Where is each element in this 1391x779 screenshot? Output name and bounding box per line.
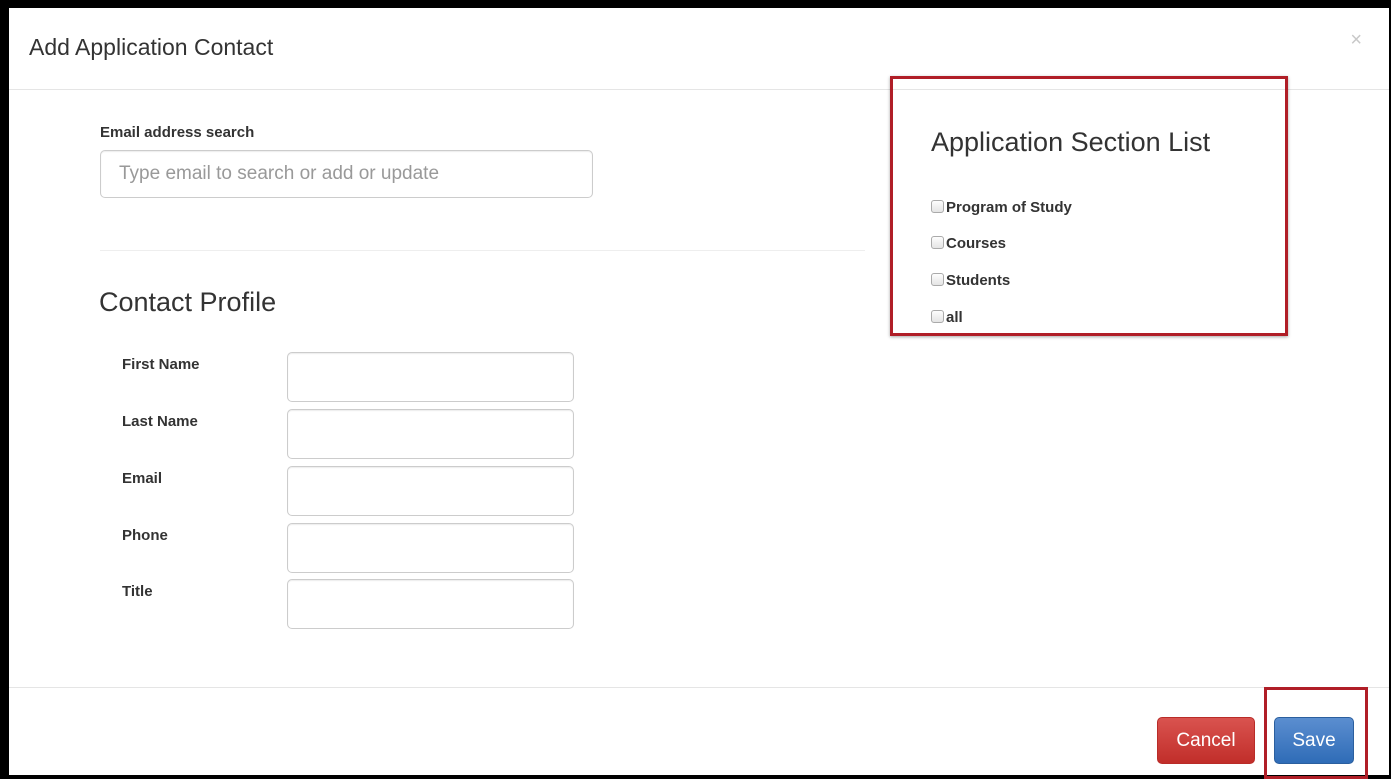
email-label: Email — [122, 470, 163, 487]
program-of-study-label: Program of Study — [946, 199, 1072, 216]
section-item-courses[interactable]: Courses — [931, 235, 1006, 252]
last-name-label: Last Name — [122, 413, 198, 430]
add-contact-dialog: Add Application Contact × Email address … — [9, 8, 1389, 779]
contact-profile-heading: Contact Profile — [99, 287, 277, 317]
phone-field[interactable] — [287, 523, 574, 573]
program-of-study-checkbox[interactable] — [931, 200, 944, 213]
save-highlight-box — [1264, 687, 1368, 779]
section-divider — [100, 250, 865, 251]
students-label: Students — [946, 272, 1011, 289]
application-section-list: Application Section List Program of Stud… — [890, 76, 1288, 336]
courses-checkbox[interactable] — [931, 236, 944, 249]
section-item-program-of-study[interactable]: Program of Study — [931, 199, 1072, 216]
first-name-field[interactable] — [287, 352, 574, 402]
email-search-label: Email address search — [100, 124, 255, 141]
phone-label: Phone — [122, 527, 168, 544]
title-label: Title — [122, 583, 153, 600]
all-checkbox[interactable] — [931, 310, 944, 323]
first-name-label: First Name — [122, 356, 200, 373]
email-search-input[interactable] — [100, 150, 593, 198]
title-field[interactable] — [287, 579, 574, 629]
last-name-field[interactable] — [287, 409, 574, 459]
dialog-footer — [9, 687, 1389, 688]
close-icon[interactable]: × — [1350, 30, 1362, 50]
students-checkbox[interactable] — [931, 273, 944, 286]
section-item-students[interactable]: Students — [931, 272, 1010, 289]
section-list-heading: Application Section List — [931, 127, 1211, 157]
section-item-all[interactable]: all — [931, 309, 963, 326]
dialog-title: Add Application Contact — [29, 34, 274, 60]
email-field[interactable] — [287, 466, 574, 516]
all-label: all — [946, 309, 963, 326]
courses-label: Courses — [946, 235, 1007, 252]
cancel-button[interactable]: Cancel — [1157, 717, 1255, 764]
